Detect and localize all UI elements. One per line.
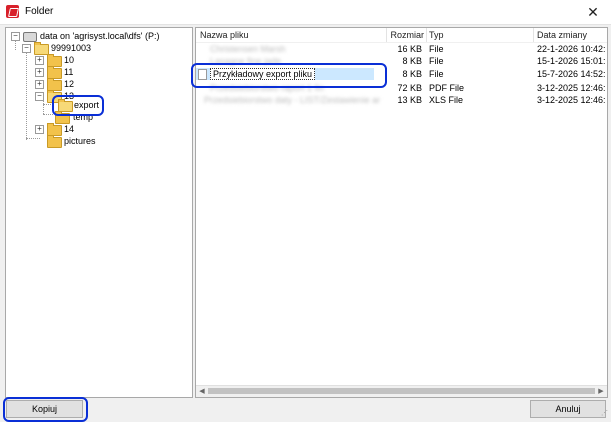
folder-tree[interactable]: − data on 'agrisyst.local\dfs' (P:) − 99… [5,27,193,398]
copy-button[interactable]: Kopiuj [6,400,83,418]
close-button[interactable]: ✕ [584,3,602,21]
scrollbar-thumb[interactable] [208,388,595,394]
collapse-icon[interactable]: − [22,44,31,53]
collapse-icon[interactable]: − [35,92,44,101]
file-date: 15-1-2026 15:01: [537,56,605,66]
scroll-right-icon[interactable]: ▶ [596,387,606,396]
column-header-type[interactable]: Typ [429,28,534,42]
title-bar: Folder ✕ [0,0,611,25]
collapse-icon[interactable]: − [11,32,20,41]
table-row[interactable]: Christensen Marsh 16 KB File 22-1-2026 1… [196,43,607,55]
file-size: 13 KB [397,95,422,105]
expand-icon[interactable]: + [35,68,44,77]
file-date: 3-12-2025 12:46: [537,83,605,93]
file-date: 3-12-2025 12:46: [537,95,605,105]
tree-node-label: 99991003 [51,43,92,53]
file-name: Przedsiebiorstwo daty - LIST/Zestawienie… [204,95,380,105]
tree-connector [43,104,53,105]
window-title: Folder [25,6,54,17]
file-name: Christensen Marsh [210,44,286,54]
file-type: File [429,44,444,54]
file-type: XLS File [429,95,464,105]
file-size: 72 KB [397,83,422,93]
horizontal-scrollbar[interactable]: ◀ ▶ [196,385,607,397]
file-type: PDF File [429,83,465,93]
tree-node-label: 11 [64,67,74,77]
tree-connector [26,52,27,140]
table-row[interactable]: Lasagne fine jade 8 KB File 15-1-2026 15… [196,55,607,67]
tree-node-label: 10 [64,55,75,65]
file-name: Lasagne fine jade [210,56,282,66]
column-header-name[interactable]: Nazwa pliku [200,28,387,42]
file-icon [198,69,207,80]
tree-node-label: data on 'agrisyst.local\dfs' (P:) [40,31,160,41]
table-row[interactable]: Przedsiebiorstwo daty - LIST/Zestawienie… [196,94,607,106]
tree-connector [26,138,40,139]
file-list[interactable]: Nazwa pliku Rozmiar Typ Data zmiany Chri… [195,27,608,398]
app-logo-icon [6,5,19,18]
tree-node-label: pictures [64,136,96,146]
network-drive-icon [23,32,37,42]
file-list-header: Nazwa pliku Rozmiar Typ Data zmiany [196,28,607,43]
file-type: File [429,69,444,79]
tree-connector [43,114,53,115]
expand-icon[interactable]: + [35,56,44,65]
column-header-date[interactable]: Data zmiany [537,28,607,42]
file-date: 15-7-2026 14:52: [537,69,605,79]
file-name[interactable]: Przykładowy export pliku [210,68,316,80]
scroll-left-icon[interactable]: ◀ [197,387,207,396]
expand-icon[interactable]: + [35,125,44,134]
file-type: File [429,56,444,66]
file-date: 22-1-2026 10:42: [537,44,605,54]
expand-icon[interactable]: + [35,80,44,89]
tree-node-label: 12 [64,79,75,89]
tree-node-label: export [74,99,100,111]
tree-node-label: temp [73,112,94,122]
cancel-button[interactable]: Anuluj [530,400,606,418]
file-name: Przedsiebiorstwo raport 1 fin [210,83,325,93]
column-header-size[interactable]: Rozmiar [388,28,427,42]
tree-connector [15,40,16,50]
file-size: 16 KB [397,44,422,54]
table-row[interactable]: Przedsiebiorstwo raport 1 fin 72 KB PDF … [196,82,607,94]
file-size: 8 KB [402,56,422,66]
table-row-selected[interactable]: Przykładowy export pliku 8 KB File 15-7-… [196,68,607,80]
folder-icon [47,135,62,148]
file-size: 8 KB [402,69,422,79]
tree-node-label: 14 [64,124,75,134]
resize-grip-icon[interactable]: ⋰ [601,410,609,418]
